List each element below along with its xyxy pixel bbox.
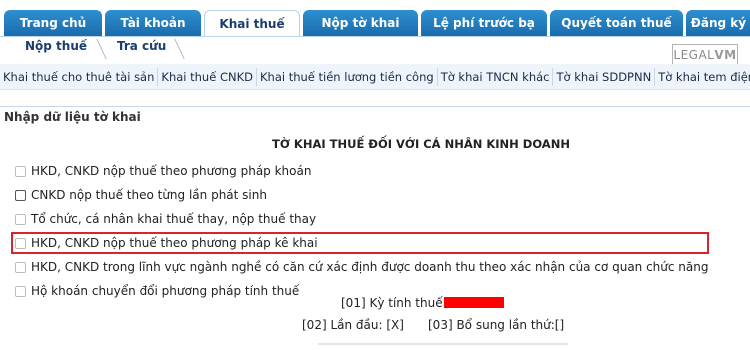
tab-trang-chu[interactable]: Trang chủ: [4, 10, 102, 36]
category-link-tien-luong[interactable]: Khai thuế tiền lương tiền công: [257, 67, 438, 86]
supplement-label: [03] Bổ sung lần thứ:[]: [428, 318, 565, 332]
option-label: Tổ chức, cá nhân khai thuế thay, nộp thu…: [31, 212, 317, 226]
option-row[interactable]: Tổ chức, cá nhân khai thuế thay, nộp thu…: [15, 207, 709, 231]
option-checkbox[interactable]: [15, 237, 26, 249]
tab-quyet-toan-thue[interactable]: Quyết toán thuế: [550, 10, 683, 36]
subtab-separator: [165, 39, 185, 59]
tab-tai-khoan[interactable]: Tài khoản: [105, 10, 201, 36]
option-label: HKD, CNKD nộp thuế theo phương pháp kê k…: [31, 236, 318, 250]
option-checkbox[interactable]: [15, 285, 26, 297]
main-tabs: Trang chủ Tài khoản Khai thuế Nộp tờ kha…: [4, 10, 750, 36]
option-row-highlighted[interactable]: HKD, CNKD nộp thuế theo phương pháp kê k…: [11, 232, 709, 254]
tab-le-phi-truoc-ba[interactable]: Lệ phí trước bạ: [421, 10, 547, 36]
top-navigation: Trang chủ Tài khoản Khai thuế Nộp tờ kha…: [0, 0, 750, 38]
subtab-nop-thue[interactable]: Nộp thuế: [25, 39, 87, 53]
option-checkbox[interactable]: [15, 189, 26, 201]
option-checkbox[interactable]: [15, 165, 26, 177]
tab-khai-thue[interactable]: Khai thuế: [204, 10, 300, 36]
category-link-tncn-khac[interactable]: Tờ khai TNCN khác: [438, 67, 554, 86]
option-row[interactable]: CNKD nộp thuế theo từng lần phát sinh: [15, 183, 709, 207]
tab-dang-ky-thue[interactable]: Đăng ký thuế: [686, 10, 750, 36]
section-divider: [0, 106, 750, 107]
category-link-tem-dien-tu[interactable]: Tờ khai tem điện tử: [655, 68, 750, 86]
subtab-tra-cuu[interactable]: Tra cứu: [117, 39, 166, 53]
category-link-cnkd[interactable]: Khai thuế CNKD: [158, 67, 257, 86]
form-title: TỜ KHAI THUẾ ĐỐI VỚI CÁ NHÂN KINH DOANH: [272, 137, 570, 151]
option-label: HKD, CNKD nộp thuế theo phương pháp khoá…: [31, 164, 312, 178]
category-link-sddpnn[interactable]: Tờ khai SDDPNN: [553, 67, 656, 86]
subtab-separator: [87, 39, 107, 59]
option-label: HKD, CNKD trong lĩnh vực ngành nghề có c…: [31, 260, 709, 274]
option-checkbox[interactable]: [15, 213, 26, 225]
section-title: Nhập dữ liệu tờ khai: [4, 110, 141, 124]
bottom-divider: [318, 343, 568, 345]
tax-period-label: [01] Kỳ tính thuế:: [341, 296, 447, 310]
watermark-logo: LEGAL VM: [672, 44, 738, 66]
option-checkbox[interactable]: [15, 261, 26, 273]
declaration-type-options: HKD, CNKD nộp thuế theo phương pháp khoá…: [11, 159, 709, 303]
option-row[interactable]: HKD, CNKD nộp thuế theo phương pháp khoá…: [15, 159, 709, 183]
logo-prefix: LEGAL: [673, 48, 715, 62]
logo-suffix: VM: [714, 48, 737, 62]
tab-nop-to-khai[interactable]: Nộp tờ khai: [303, 10, 418, 36]
redacted-period-value: [444, 297, 504, 308]
first-time-label: [02] Lần đầu: [X]: [302, 318, 404, 332]
category-links: Khai thuế cho thuê tài sản Khai thuế CNK…: [0, 64, 750, 90]
category-link-cho-thue-tai-san[interactable]: Khai thuế cho thuê tài sản: [0, 67, 159, 86]
option-row[interactable]: HKD, CNKD trong lĩnh vực ngành nghề có c…: [15, 255, 709, 279]
option-label: Hộ khoán chuyển đổi phương pháp tính thu…: [31, 284, 300, 298]
sub-navigation: Nộp thuế Tra cứu: [0, 36, 750, 60]
option-label: CNKD nộp thuế theo từng lần phát sinh: [31, 188, 267, 202]
